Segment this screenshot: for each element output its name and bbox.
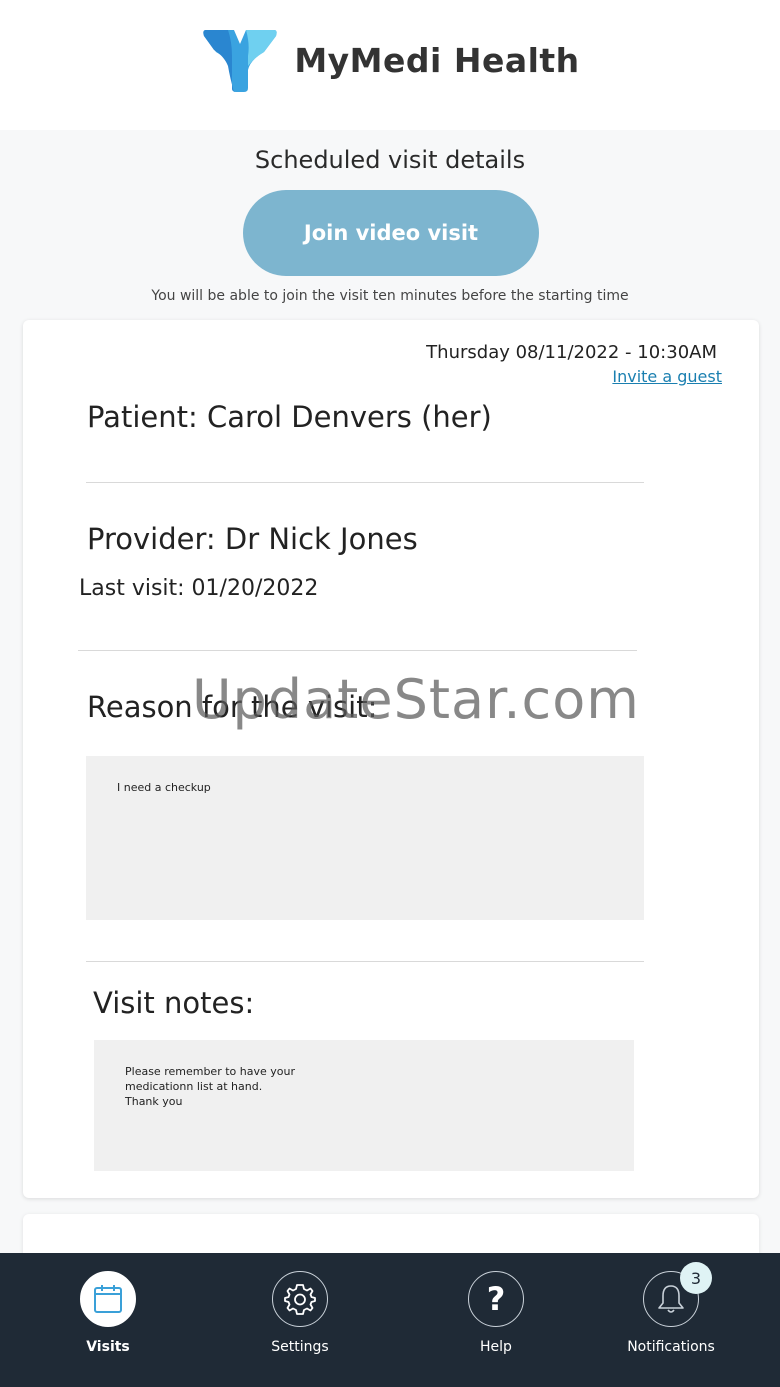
divider bbox=[86, 482, 644, 483]
last-visit-date: Last visit: 01/20/2022 bbox=[79, 576, 319, 601]
logo-mark-icon bbox=[203, 30, 277, 92]
calendar-icon bbox=[94, 1285, 122, 1313]
visit-notes-heading: Visit notes: bbox=[93, 986, 255, 1020]
nav-visits-button[interactable] bbox=[80, 1271, 136, 1327]
nav-label-notifications: Notifications bbox=[627, 1339, 715, 1355]
divider bbox=[86, 961, 644, 962]
visit-datetime: Thursday 08/11/2022 - 10:30AM bbox=[426, 342, 717, 363]
nav-help-button[interactable]: ? bbox=[468, 1271, 524, 1327]
nav-label-settings: Settings bbox=[271, 1339, 329, 1355]
bell-icon bbox=[658, 1285, 684, 1313]
notifications-badge: 3 bbox=[680, 1262, 712, 1294]
nav-item-help[interactable]: ? Help bbox=[416, 1253, 576, 1387]
join-hint-text: You will be able to join the visit ten m… bbox=[151, 288, 629, 304]
app-logo: MyMedi Health bbox=[200, 26, 579, 94]
nav-settings-button[interactable] bbox=[272, 1271, 328, 1327]
join-video-visit-button[interactable]: Join video visit bbox=[243, 190, 539, 276]
reason-textbox[interactable]: I need a checkup bbox=[86, 756, 644, 920]
invite-guest-link[interactable]: Invite a guest bbox=[612, 367, 722, 386]
nav-item-visits[interactable]: Visits bbox=[28, 1253, 188, 1387]
app-name: MyMedi Health bbox=[294, 40, 580, 80]
provider-name: Provider: Dr Nick Jones bbox=[87, 522, 418, 556]
visit-notes-textbox: Please remember to have your medicationn… bbox=[94, 1040, 634, 1171]
page-title: Scheduled visit details bbox=[254, 146, 526, 174]
nav-item-notifications[interactable]: 3 Notifications bbox=[591, 1253, 751, 1387]
nav-label-help: Help bbox=[480, 1339, 512, 1355]
reason-heading: Reason for the visit: bbox=[87, 690, 378, 724]
nav-label-visits: Visits bbox=[86, 1339, 130, 1355]
nav-item-settings[interactable]: Settings bbox=[220, 1253, 380, 1387]
visit-details-card: Thursday 08/11/2022 - 10:30AM Invite a g… bbox=[23, 320, 759, 1198]
gear-icon bbox=[284, 1284, 316, 1315]
bottom-nav: Visits Settings ? Help 3 Notifications bbox=[0, 1253, 780, 1387]
app-header: MyMedi Health bbox=[0, 0, 780, 130]
divider bbox=[78, 650, 637, 651]
question-icon: ? bbox=[486, 1280, 506, 1318]
patient-name: Patient: Carol Denvers (her) bbox=[87, 400, 492, 434]
